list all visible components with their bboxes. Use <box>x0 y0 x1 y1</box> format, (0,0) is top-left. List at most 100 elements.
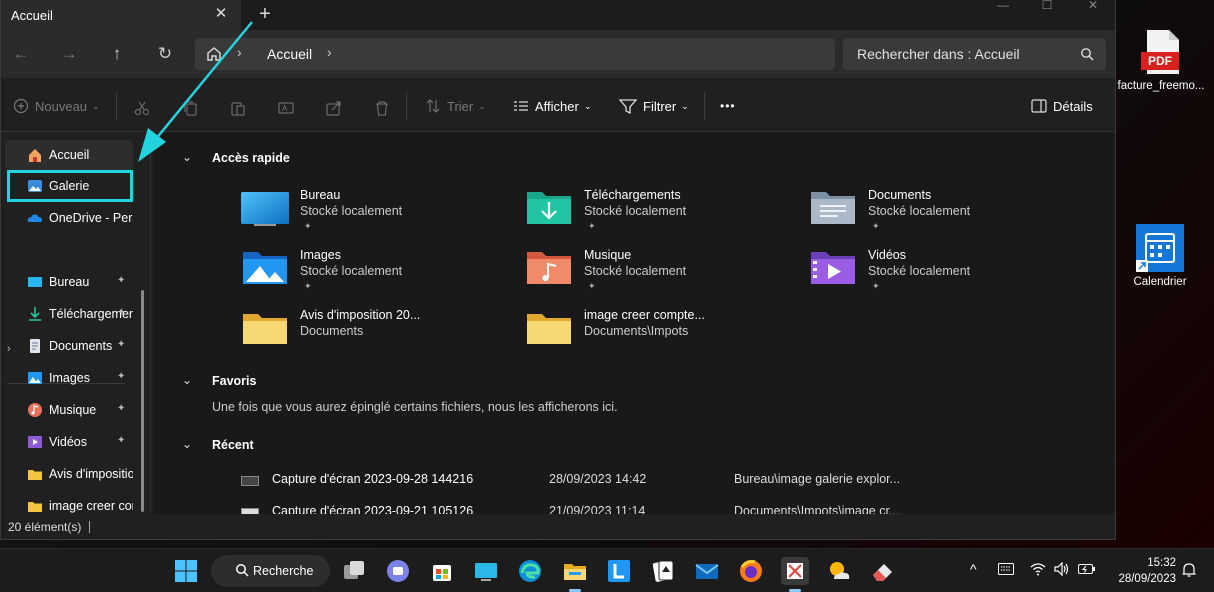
quick-access-item[interactable]: image creer compte... Documents\Impots <box>524 308 794 364</box>
taskbar-search-button[interactable]: Recherche <box>211 555 330 587</box>
mail-icon[interactable] <box>693 557 721 585</box>
cut-icon[interactable] <box>134 98 150 118</box>
keyboard-icon[interactable] <box>998 563 1014 575</box>
quick-access-item[interactable]: Musique Stocké localement ✦ <box>524 248 794 304</box>
documents-folder-icon <box>811 192 855 224</box>
music-icon <box>28 403 42 417</box>
file-explorer-icon[interactable] <box>561 557 589 585</box>
breadcrumb-separator[interactable]: › <box>327 44 332 60</box>
desktop-icon-label: Calendrier <box>1133 276 1187 288</box>
microsoft-store-icon[interactable] <box>428 557 456 585</box>
tray-overflow-chevron[interactable]: ^ <box>970 561 977 577</box>
breadcrumb-separator[interactable]: › <box>237 44 242 60</box>
sidebar-item-accueil[interactable]: Accueil <box>5 140 133 170</box>
edge-browser-icon[interactable] <box>516 557 544 585</box>
quick-access-item[interactable]: Bureau Stocké localement ✦ <box>240 188 510 244</box>
forward-button[interactable]: → <box>57 42 81 66</box>
section-title: Accès rapide <box>212 151 290 165</box>
delete-icon[interactable] <box>374 98 390 118</box>
sidebar-item-telechargements[interactable]: Téléchargements ✦ <box>1 299 133 329</box>
status-divider <box>89 521 90 533</box>
file-name: Capture d'écran 2023-09-21 105126 <box>272 504 474 514</box>
section-title: Favoris <box>212 374 257 388</box>
quick-access-item[interactable]: Téléchargements Stocké localement ✦ <box>524 188 794 244</box>
minimize-button[interactable]: — <box>981 0 1025 12</box>
desktop-icon-calendar[interactable]: Calendrier <box>1115 224 1205 288</box>
sidebar-item-documents[interactable]: Documents ✦ <box>1 331 133 361</box>
quick-access-item[interactable]: Vidéos Stocké localement ✦ <box>808 248 1078 304</box>
new-button[interactable]: Nouveau ⌄ <box>13 96 100 116</box>
sidebar-item-bureau[interactable]: Bureau ✦ <box>1 267 133 297</box>
refresh-button[interactable]: ↻ <box>153 42 177 66</box>
sidebar-item-avis-imposition[interactable]: Avis d'imposition <box>1 459 133 489</box>
search-icon <box>1081 48 1094 61</box>
file-explorer-window: Accueil ✕ + — ☐ ✕ ← → ↑ ↻ › Accueil › Re… <box>0 0 1116 540</box>
recent-file-row[interactable]: Capture d'écran 2023-09-21 105126 21/09/… <box>241 504 1111 514</box>
pin-icon: ✦ <box>117 435 126 446</box>
item-name: Documents <box>868 188 932 202</box>
eraser-app-icon[interactable] <box>869 557 897 585</box>
quick-access-item[interactable]: Avis d'imposition 20... Documents <box>240 308 510 364</box>
monitor-app-icon[interactable] <box>472 557 500 585</box>
desktop-icon-label: facture_freemo... <box>1117 80 1205 92</box>
section-header-recent[interactable]: ⌄ Récent <box>182 437 254 452</box>
maximize-button[interactable]: ☐ <box>1025 0 1069 12</box>
quick-access-item[interactable]: Images Stocké localement ✦ <box>240 248 510 304</box>
notification-bell-icon[interactable] <box>1182 562 1196 578</box>
calendar-icon <box>1136 224 1184 272</box>
sidebar-item-musique[interactable]: Musique ✦ <box>1 395 133 425</box>
windows-start-icon[interactable] <box>172 557 200 585</box>
share-icon[interactable] <box>326 98 342 118</box>
view-button[interactable]: Afficher ⌄ <box>513 96 591 116</box>
tab-close-icon[interactable]: ✕ <box>213 6 229 22</box>
l-app-icon[interactable] <box>605 557 633 585</box>
copy-icon[interactable] <box>182 98 198 118</box>
section-header-favorites[interactable]: ⌄ Favoris <box>182 373 257 388</box>
view-label: Afficher <box>535 98 579 114</box>
new-tab-button[interactable]: + <box>257 4 273 24</box>
up-button[interactable]: ↑ <box>105 42 129 66</box>
sort-button[interactable]: Trier ⌄ <box>425 96 486 116</box>
back-button[interactable]: ← <box>9 42 33 66</box>
more-options-button[interactable]: ••• <box>720 96 736 116</box>
item-name: Bureau <box>300 188 341 202</box>
volume-icon[interactable] <box>1054 562 1070 576</box>
weather-icon[interactable] <box>825 557 853 585</box>
wifi-icon[interactable] <box>1030 562 1046 576</box>
download-icon <box>29 307 41 321</box>
breadcrumb[interactable]: Accueil <box>267 46 312 62</box>
desktop-icon-pdf[interactable]: PDF facture_freemo... <box>1116 28 1206 92</box>
address-bar[interactable]: › Accueil › <box>195 38 835 70</box>
sidebar-item-onedrive[interactable]: OneDrive - Personal <box>1 203 133 233</box>
details-button[interactable]: Détails <box>1031 96 1093 116</box>
folder-icon <box>243 314 287 344</box>
snipping-tool-icon[interactable] <box>781 557 809 585</box>
firefox-icon[interactable] <box>737 557 765 585</box>
recent-file-row[interactable]: Capture d'écran 2023-09-28 144216 28/09/… <box>241 472 1111 490</box>
sidebar-item-images[interactable]: Images ✦ <box>1 363 133 393</box>
teams-chat-icon[interactable] <box>384 557 412 585</box>
battery-icon[interactable] <box>1078 563 1096 575</box>
sidebar-item-videos[interactable]: Vidéos ✦ <box>1 427 133 457</box>
pictures-folder-icon <box>243 252 287 284</box>
pin-icon: ✦ <box>872 281 880 291</box>
filter-icon <box>619 99 637 114</box>
tab-accueil[interactable]: Accueil ✕ <box>1 0 241 30</box>
sidebar-scrollbar[interactable] <box>141 290 144 512</box>
rename-icon[interactable]: A <box>278 98 294 118</box>
quick-access-item[interactable]: Documents Stocké localement ✦ <box>808 188 1078 244</box>
solitaire-icon[interactable] <box>649 557 677 585</box>
taskbar-clock[interactable]: 15:32 28/09/2023 <box>1108 555 1176 587</box>
sidebar-item-label: Avis d'imposition <box>49 467 133 481</box>
details-pane-icon <box>1031 99 1047 113</box>
section-header-quick-access[interactable]: ⌄ Accès rapide <box>182 150 290 165</box>
close-window-button[interactable]: ✕ <box>1071 0 1115 12</box>
search-input[interactable]: Rechercher dans : Accueil <box>843 38 1106 70</box>
item-location: Stocké localement <box>300 204 403 218</box>
chevron-down-icon: ⌄ <box>182 373 193 387</box>
file-location: Documents\Impots\image cr... <box>734 504 900 514</box>
filter-button[interactable]: Filtrer ⌄ <box>619 96 689 116</box>
task-view-icon[interactable] <box>340 557 368 585</box>
chevron-down-icon: ⌄ <box>182 150 193 164</box>
paste-icon[interactable] <box>230 98 246 118</box>
